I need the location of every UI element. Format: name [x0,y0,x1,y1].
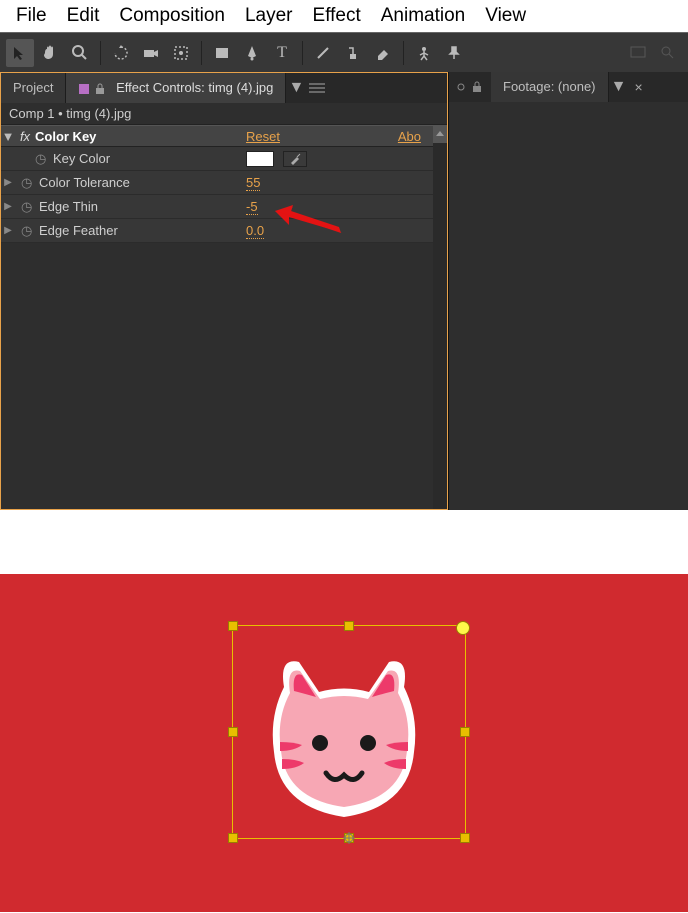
close-icon[interactable]: × [629,79,649,95]
footage-panel: Footage: (none) ▼ × [448,72,688,510]
reset-link[interactable]: Reset [246,129,280,144]
eyedropper-icon[interactable] [283,151,307,167]
rotate-handle[interactable] [456,621,470,635]
scrollbar[interactable] [433,125,447,509]
prop-color-tolerance: ▶ ◷ Color Tolerance 55 [1,171,447,195]
twisty-right-icon[interactable]: ▶ [1,225,15,236]
rotate-tool-icon[interactable] [107,39,135,67]
brush-tool-icon[interactable] [309,39,337,67]
search-icon[interactable] [654,39,682,67]
tab-dropdown-icon[interactable]: ▼ [609,78,629,96]
breadcrumb: Comp 1 • timg (4).jpg [1,103,447,125]
menu-composition[interactable]: Composition [109,5,235,27]
link-icon[interactable] [455,81,467,93]
menu-effect[interactable]: Effect [303,5,371,27]
puppet-tool-icon[interactable] [410,39,438,67]
color-swatch[interactable] [246,151,274,167]
lock-icon [94,83,106,95]
prop-value[interactable]: -5 [246,199,258,215]
tab-footage[interactable]: Footage: (none) [491,72,609,102]
prop-label: Edge Feather [39,223,118,238]
rectangle-tool-icon[interactable] [208,39,236,67]
tab-project[interactable]: Project [1,73,66,103]
anchor-point-icon[interactable] [343,832,355,844]
clone-stamp-tool-icon[interactable] [339,39,367,67]
hand-tool-icon[interactable] [36,39,64,67]
twisty-right-icon[interactable]: ▶ [1,177,15,188]
workspace-icon[interactable] [624,39,652,67]
pin-tool-icon[interactable] [440,39,468,67]
prop-label: Key Color [53,151,110,166]
main-menu-bar: File Edit Composition Layer Effect Anima… [0,0,688,32]
resize-handle[interactable] [228,833,238,843]
composition-viewer [0,520,688,912]
stopwatch-icon[interactable]: ◷ [21,199,39,215]
eraser-tool-icon[interactable] [369,39,397,67]
zoom-tool-icon[interactable] [66,39,94,67]
prop-label: Color Tolerance [39,175,130,190]
twisty-down-icon[interactable]: ▼ [1,129,15,144]
prop-edge-thin: ▶ ◷ Edge Thin -5 [1,195,447,219]
selection-bounding-box[interactable] [232,625,466,839]
type-tool-icon[interactable]: T [268,39,296,67]
tab-effect-controls-label: Effect Controls: timg (4).jpg [116,80,273,95]
prop-value[interactable]: 0.0 [246,223,264,239]
resize-handle[interactable] [460,727,470,737]
effect-name: Color Key [35,129,96,144]
menu-view[interactable]: View [475,5,536,27]
composition-stage[interactable] [0,574,688,912]
menu-layer[interactable]: Layer [235,5,303,27]
tab-dropdown-icon[interactable]: ▼ [286,79,306,97]
fx-icon[interactable]: fx [15,129,35,144]
prop-key-color: ◷ Key Color [1,147,447,171]
prop-label: Edge Thin [39,199,98,214]
stopwatch-icon[interactable]: ◷ [21,223,39,239]
pan-behind-tool-icon[interactable] [167,39,195,67]
menu-file[interactable]: File [6,5,57,27]
camera-tool-icon[interactable] [137,39,165,67]
resize-handle[interactable] [228,727,238,737]
panel-options-icon[interactable] [306,82,328,94]
effect-controls-panel: Project Effect Controls: timg (4).jpg ▼ … [0,72,448,510]
lock-icon[interactable] [471,81,483,93]
menu-animation[interactable]: Animation [371,5,476,27]
about-link[interactable]: Abo [398,129,421,144]
stopwatch-icon[interactable]: ◷ [35,151,53,167]
menu-edit[interactable]: Edit [57,5,110,27]
resize-handle[interactable] [344,621,354,631]
resize-handle[interactable] [460,833,470,843]
stopwatch-icon[interactable]: ◷ [21,175,39,191]
pen-tool-icon[interactable] [238,39,266,67]
prop-edge-feather: ▶ ◷ Edge Feather 0.0 [1,219,447,243]
tab-effect-controls[interactable]: Effect Controls: timg (4).jpg [66,73,286,103]
toolbar: T [0,32,688,72]
effect-header-row[interactable]: ▼ fx Color Key Reset Abo [1,125,447,147]
prop-value[interactable]: 55 [246,175,260,191]
selection-tool-icon[interactable] [6,39,34,67]
twisty-right-icon[interactable]: ▶ [1,201,15,212]
scrollbar-thumb[interactable] [433,125,447,143]
resize-handle[interactable] [228,621,238,631]
layer-icon [78,83,90,95]
